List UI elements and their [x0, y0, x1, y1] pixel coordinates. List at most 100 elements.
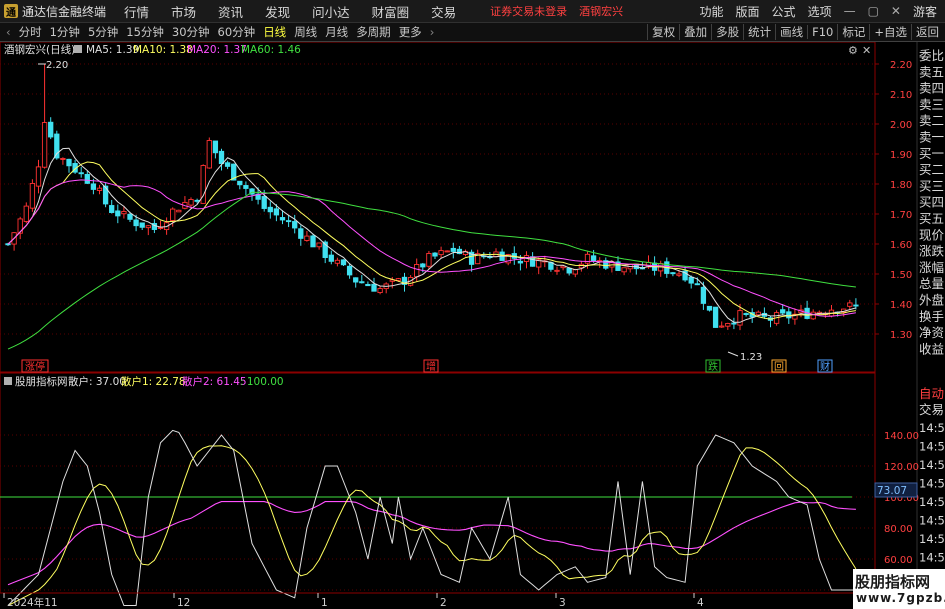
price-tick-label: 1.60 [890, 240, 912, 251]
quote-tab[interactable]: 外盘 [919, 293, 944, 308]
quote-tab[interactable]: 换手 [919, 309, 944, 324]
chart-svg[interactable]: 酒钢宏兴(日线) MA5: 1.39 MA10: 1.38 MA20: 1.37… [0, 42, 945, 609]
close-icon[interactable]: ✕ [891, 4, 901, 18]
login-warning[interactable]: 证券交易未登录 [490, 3, 567, 19]
quote-tab[interactable]: 卖二 [919, 113, 944, 128]
menu-news[interactable]: 资讯 [218, 2, 243, 21]
guest-label[interactable]: 游客 [913, 3, 937, 20]
svg-text:跌: 跌 [708, 360, 718, 373]
panel-close-icon[interactable]: ✕ [862, 44, 871, 57]
menu-wealth[interactable]: 财富圈 [372, 2, 410, 21]
candle [603, 257, 609, 270]
candle [670, 271, 676, 277]
event-tag-increase[interactable]: 增 [423, 359, 439, 373]
candle [700, 281, 707, 310]
price-tick-label: 1.40 [890, 300, 912, 311]
chart-area[interactable]: 酒钢宏兴(日线) MA5: 1.39 MA10: 1.38 MA20: 1.37… [0, 42, 945, 609]
date-tick-label: 1 [321, 597, 328, 609]
candle [72, 159, 78, 174]
minimize-icon[interactable]: — [844, 4, 856, 18]
price-tick-label: 1.30 [890, 330, 912, 341]
price-tick-label: 2.20 [890, 60, 912, 71]
period-1min[interactable]: 1分钟 [46, 24, 84, 40]
event-tag-limit-up[interactable]: 涨停 [21, 359, 49, 373]
period-60min[interactable]: 60分钟 [214, 24, 260, 40]
candle [523, 251, 530, 269]
quote-tab[interactable]: 卖三 [919, 97, 944, 112]
watermark: 股朋指标网 www.7gpzb.com [853, 569, 945, 609]
candle [212, 140, 219, 159]
trade-time: 14:56 [919, 532, 945, 546]
quote-tab[interactable]: 委比 [919, 48, 944, 63]
date-tick-label: 2024年11 [7, 596, 58, 609]
menu-options[interactable]: 选项 [808, 3, 832, 20]
period-multi[interactable]: 多周期 [352, 24, 395, 40]
period-monthly[interactable]: 月线 [321, 24, 352, 40]
quote-tab[interactable]: 卖五 [919, 64, 944, 79]
tool-f10[interactable]: F10 [807, 25, 837, 39]
candle [450, 242, 456, 259]
quote-tab[interactable]: 卖四 [919, 81, 944, 96]
menu-ask[interactable]: 问小达 [312, 2, 350, 21]
quote-tab[interactable]: 净资 [919, 325, 944, 340]
stock-name-tab[interactable]: 酒钢宏兴 [579, 3, 623, 19]
event-tag-financial[interactable]: 财 [817, 359, 833, 373]
event-tag-fall[interactable]: 跌 [705, 359, 721, 373]
trade-time: 14:56 [919, 514, 945, 528]
quote-tab[interactable]: 买五 [919, 211, 944, 226]
tool-multi-stock[interactable]: 多股 [711, 24, 743, 40]
quote-tab[interactable]: 买三 [919, 178, 944, 193]
legend-menu-icon[interactable] [74, 45, 82, 53]
quote-tab[interactable]: 卖一 [919, 130, 944, 145]
event-tag-pullback[interactable]: 回 [771, 359, 787, 373]
collapse-arrow-icon[interactable]: ‹ [0, 25, 15, 39]
period-more[interactable]: 更多 [395, 24, 426, 40]
more-arrow-icon[interactable]: › [426, 25, 439, 39]
quote-tab[interactable]: 买一 [919, 146, 944, 161]
period-15min[interactable]: 15分钟 [122, 24, 168, 40]
maximize-icon[interactable]: ▢ [868, 4, 879, 18]
period-weekly[interactable]: 周线 [290, 24, 321, 40]
tool-restore-rights[interactable]: 复权 [647, 24, 679, 40]
period-5min[interactable]: 5分钟 [84, 24, 122, 40]
tool-overlay[interactable]: 叠加 [679, 24, 711, 40]
tool-back[interactable]: 返回 [911, 24, 945, 40]
tool-add-favorite[interactable]: +自选 [869, 24, 911, 40]
menu-function[interactable]: 功能 [700, 3, 724, 20]
tool-statistics[interactable]: 统计 [743, 24, 775, 40]
quote-tab-column[interactable]: 委比卖五卖四卖三卖二卖一买一买二买三买四买五现价涨跌涨幅总量外盘换手净资收益自动… [919, 48, 945, 417]
menu-quotes[interactable]: 行情 [124, 2, 149, 21]
quote-tab[interactable]: 涨跌 [919, 244, 945, 259]
trade-time: 14:56 [919, 477, 945, 491]
candle [218, 148, 225, 171]
svg-text:增: 增 [426, 360, 436, 373]
candle [334, 257, 341, 267]
period-timeshare[interactable]: 分时 [15, 24, 46, 40]
indicator-menu-icon[interactable] [4, 377, 12, 385]
candle [17, 216, 23, 240]
quote-tab[interactable]: 涨幅 [919, 260, 944, 275]
tool-mark[interactable]: 标记 [837, 24, 869, 40]
quote-tab[interactable]: 总量 [919, 276, 944, 291]
candle [627, 264, 633, 273]
menu-layout[interactable]: 版面 [736, 3, 760, 20]
quote-tab[interactable]: 买二 [919, 162, 944, 177]
candle [157, 220, 164, 230]
menu-discover[interactable]: 发现 [265, 2, 290, 21]
period-30min[interactable]: 30分钟 [168, 24, 214, 40]
auto-label[interactable]: 自动 [919, 386, 944, 401]
tool-draw-line[interactable]: 画线 [775, 24, 807, 40]
menu-market[interactable]: 市场 [171, 2, 196, 21]
menu-trade[interactable]: 交易 [431, 2, 456, 21]
quote-tab[interactable]: 现价 [919, 227, 945, 242]
period-daily[interactable]: 日线 [259, 24, 290, 40]
app-title: 通达信金融终端 [22, 4, 107, 19]
quote-tab[interactable]: 收益 [919, 341, 944, 356]
indicator-name[interactable]: 股朋指标网 [15, 375, 68, 388]
main-grid [0, 63, 875, 335]
panel-settings-icon[interactable]: ⚙ [848, 44, 858, 57]
menu-formula[interactable]: 公式 [772, 3, 796, 20]
quote-tab[interactable]: 买四 [919, 195, 944, 210]
trade-label[interactable]: 交易 [919, 402, 944, 417]
candle [475, 249, 481, 265]
